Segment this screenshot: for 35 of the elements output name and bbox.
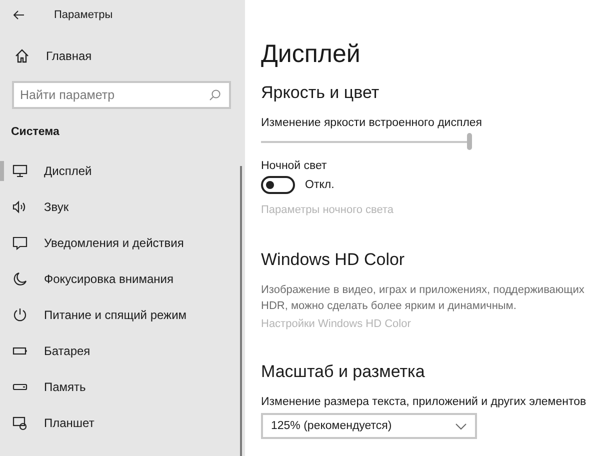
description-text: Изображение в видео, играх и приложениях, поддерживающих HDR, можно сделать более ярким и динамичным.: [261, 283, 586, 314]
toggle-state: Откл.: [305, 179, 334, 191]
page-title: Дисплей: [261, 40, 362, 70]
section-heading: Windows HD Color: [261, 250, 406, 270]
slider-label: Изменение яркости встроенного дисплея: [261, 117, 484, 129]
home-nav-item[interactable]: Главная: [0, 30, 245, 66]
nav-item[interactable]: Фокусировка внимания: [0, 261, 245, 297]
search-icon: [209, 89, 221, 101]
speaker-icon: [12, 199, 28, 215]
slider-thumb[interactable]: [467, 133, 472, 150]
speech-bubble-icon: [12, 235, 28, 251]
section-heading: Система: [10, 125, 60, 140]
nav-item[interactable]: Питание и спящий режим: [0, 297, 245, 333]
scrollbar[interactable]: [240, 166, 242, 456]
nav-item[interactable]: Уведомления и действия: [0, 225, 245, 261]
monitor-icon: [12, 163, 28, 179]
power-icon: [12, 307, 28, 323]
section-heading: Яркость и цвет: [261, 83, 380, 103]
chevron-down-icon: [455, 422, 467, 430]
scale-dropdown[interactable]: 125% (рекомендуется): [261, 413, 477, 439]
nav-item[interactable]: Планшет: [0, 405, 245, 441]
search-field[interactable]: Найти параметр: [12, 81, 231, 109]
nav-item[interactable]: Звук: [0, 189, 245, 225]
moon-icon: [12, 271, 28, 287]
toggle-switch[interactable]: [261, 176, 295, 194]
window-title: Параметры: [54, 9, 113, 21]
section-heading: Масштаб и разметка: [261, 362, 426, 382]
home-icon: [14, 48, 30, 64]
toggle-label: Ночной свет: [261, 160, 328, 172]
nav-item[interactable]: Дисплей: [0, 153, 245, 189]
nav-item[interactable]: Память: [0, 369, 245, 405]
back-arrow-icon[interactable]: [13, 10, 25, 20]
tablet-icon: [12, 415, 28, 431]
dropdown-label: Изменение размера текста, приложений и других элементов: [261, 396, 588, 408]
nav-item[interactable]: Батарея: [0, 333, 245, 369]
